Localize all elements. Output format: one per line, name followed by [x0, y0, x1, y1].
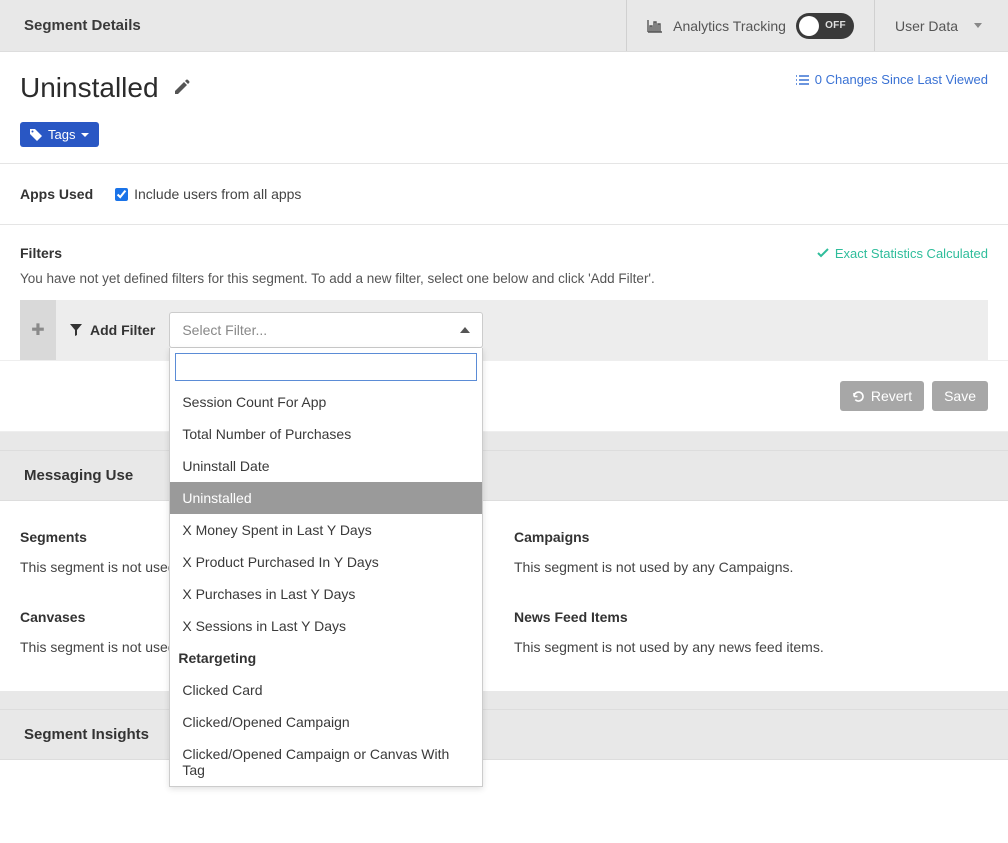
user-data-label: User Data [895, 18, 958, 34]
add-filter-label-cell: Add Filter [56, 300, 169, 360]
caret-up-icon [460, 327, 470, 333]
segment-insights-header: Segment Insights [0, 709, 1008, 760]
messaging-use-grid: Segments This segment is not used Campai… [0, 501, 1008, 691]
dropdown-item[interactable]: Clicked/Opened Campaign [170, 706, 482, 738]
dropdown-item[interactable]: X Sessions in Last Y Days [170, 610, 482, 642]
filter-dropdown-list[interactable]: Session Count For AppTotal Number of Pur… [170, 386, 482, 786]
filters-description: You have not yet defined filters for thi… [20, 271, 988, 286]
toggle-knob [799, 16, 819, 36]
title-block: Uninstalled [20, 72, 191, 104]
messaging-use-header: Messaging Use [0, 450, 1008, 501]
save-button-label: Save [944, 388, 976, 404]
filter-select-wrap: Select Filter... Session Count For AppTo… [169, 300, 483, 360]
save-button[interactable]: Save [932, 381, 988, 411]
tag-icon [30, 129, 42, 141]
tags-button-label: Tags [48, 127, 75, 142]
dropdown-item[interactable]: X Purchases in Last Y Days [170, 578, 482, 610]
include-all-apps-label: Include users from all apps [134, 186, 301, 202]
dropdown-item[interactable]: X Product Purchased In Y Days [170, 546, 482, 578]
analytics-tracking-toggle[interactable]: OFF [796, 13, 854, 39]
dropdown-item[interactable]: X Money Spent in Last Y Days [170, 514, 482, 546]
spacer [0, 432, 1008, 450]
changes-text: 0 Changes Since Last Viewed [815, 72, 988, 87]
apps-used-label: Apps Used [20, 186, 93, 202]
revert-button[interactable]: Revert [840, 381, 924, 411]
tags-row: Tags [0, 122, 1008, 163]
topbar-right: Analytics Tracking OFF User Data [626, 0, 988, 51]
filters-block: Filters Exact Statistics Calculated You … [0, 225, 1008, 360]
add-filter-text: Add Filter [90, 322, 155, 338]
tags-button[interactable]: Tags [20, 122, 99, 147]
exact-stats-label: Exact Statistics Calculated [835, 246, 988, 261]
filter-search-input[interactable] [175, 353, 477, 381]
usage-campaigns: Campaigns This segment is not used by an… [514, 529, 988, 575]
usage-newsfeed-title: News Feed Items [514, 609, 988, 625]
actions-row: Revert Save [0, 360, 1008, 432]
usage-newsfeed-text: This segment is not used by any news fee… [514, 639, 988, 655]
changes-since-viewed-link[interactable]: 0 Changes Since Last Viewed [795, 72, 988, 87]
usage-newsfeed: News Feed Items This segment is not used… [514, 609, 988, 655]
funnel-icon [70, 324, 82, 336]
apps-used-row: Apps Used Include users from all apps [0, 164, 1008, 224]
dropdown-item[interactable]: Uninstall Date [170, 450, 482, 482]
plus-icon: ✚ [31, 320, 44, 340]
analytics-tracking-section: Analytics Tracking OFF [626, 0, 874, 51]
include-all-apps-checkbox-row[interactable]: Include users from all apps [115, 186, 301, 202]
dropdown-item[interactable]: Total Number of Purchases [170, 418, 482, 450]
usage-campaigns-title: Campaigns [514, 529, 988, 545]
page-title: Uninstalled [20, 72, 159, 104]
user-data-dropdown[interactable]: User Data [874, 0, 988, 51]
top-bar: Segment Details Analytics Tracking OFF U… [0, 0, 1008, 52]
dropdown-item[interactable]: Clicked/Opened Campaign or Canvas With T… [170, 738, 482, 786]
chevron-down-icon [974, 23, 982, 28]
filters-header: Filters Exact Statistics Calculated [20, 245, 988, 261]
dropdown-group-label: Retargeting [170, 642, 482, 674]
page-title-row: Uninstalled [20, 72, 191, 104]
dropdown-item[interactable]: Uninstalled [170, 482, 482, 514]
toggle-state-text: OFF [825, 20, 846, 31]
pencil-icon[interactable] [173, 78, 191, 99]
add-filter-plus-button[interactable]: ✚ [20, 300, 56, 360]
filter-dropdown-panel: Session Count For AppTotal Number of Pur… [169, 348, 483, 787]
check-icon [817, 248, 829, 258]
dropdown-item[interactable]: Session Count For App [170, 386, 482, 418]
analytics-tracking-label: Analytics Tracking [673, 18, 786, 34]
dropdown-item[interactable]: Clicked Card [170, 674, 482, 706]
bar-chart-icon [647, 19, 663, 33]
usage-campaigns-text: This segment is not used by any Campaign… [514, 559, 988, 575]
add-filter-row: ✚ Add Filter Select Filter... Session Co… [20, 300, 988, 360]
include-all-apps-checkbox[interactable] [115, 188, 128, 201]
dropdown-search-wrap [170, 348, 482, 386]
revert-button-label: Revert [871, 388, 912, 404]
spacer [0, 691, 1008, 709]
revert-icon [852, 390, 865, 403]
list-icon [795, 74, 809, 86]
page-header: Uninstalled 0 Changes Since Last Viewed [0, 52, 1008, 122]
filter-select-placeholder: Select Filter... [182, 322, 267, 338]
filters-title: Filters [20, 245, 62, 261]
filter-select[interactable]: Select Filter... [169, 312, 483, 348]
caret-down-icon [81, 133, 89, 137]
exact-stats-link[interactable]: Exact Statistics Calculated [817, 246, 988, 261]
page-section-title: Segment Details [24, 17, 141, 34]
